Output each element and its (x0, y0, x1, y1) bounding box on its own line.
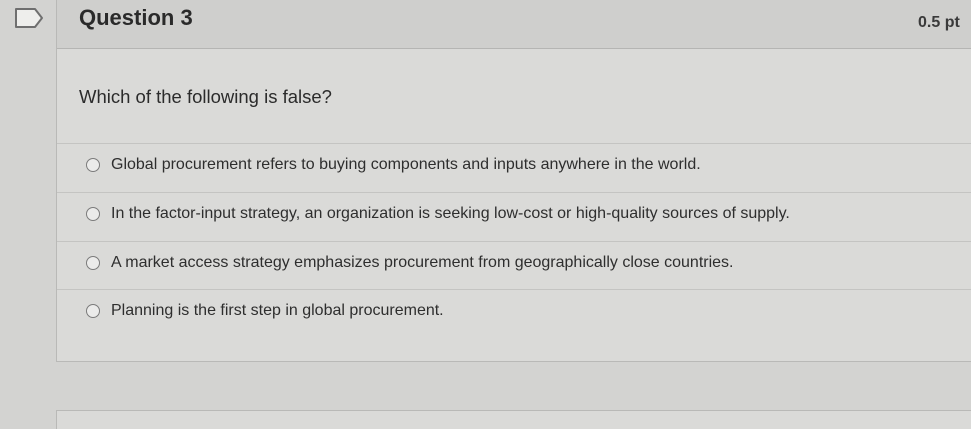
next-question-card (56, 410, 971, 429)
answer-label: In the factor-input strategy, an organiz… (111, 205, 790, 222)
answer-label: Global procurement refers to buying comp… (111, 156, 701, 173)
bookmark-flag-icon[interactable] (14, 7, 44, 29)
answer-label: Planning is the first step in global pro… (111, 302, 444, 319)
question-header: Question 3 0.5 pt (57, 0, 971, 49)
answer-option-3[interactable]: A market access strategy emphasizes proc… (86, 249, 734, 277)
answer-option-1[interactable]: Global procurement refers to buying comp… (86, 151, 701, 179)
answer-option-4[interactable]: Planning is the first step in global pro… (86, 297, 444, 325)
answer-label: A market access strategy emphasizes proc… (111, 254, 734, 271)
points-value: 0.5 pt (918, 14, 960, 31)
divider (57, 241, 971, 242)
answer-option-2[interactable]: In the factor-input strategy, an organiz… (86, 200, 790, 228)
radio-unselected-icon[interactable] (86, 158, 100, 172)
question-card: Question 3 0.5 pt Which of the following… (56, 0, 971, 362)
question-title: Question 3 (79, 5, 193, 30)
divider (57, 143, 971, 144)
divider (57, 289, 971, 290)
radio-unselected-icon[interactable] (86, 207, 100, 221)
divider (57, 192, 971, 193)
radio-unselected-icon[interactable] (86, 304, 100, 318)
radio-unselected-icon[interactable] (86, 256, 100, 270)
question-prompt: Which of the following is false? (79, 86, 332, 107)
